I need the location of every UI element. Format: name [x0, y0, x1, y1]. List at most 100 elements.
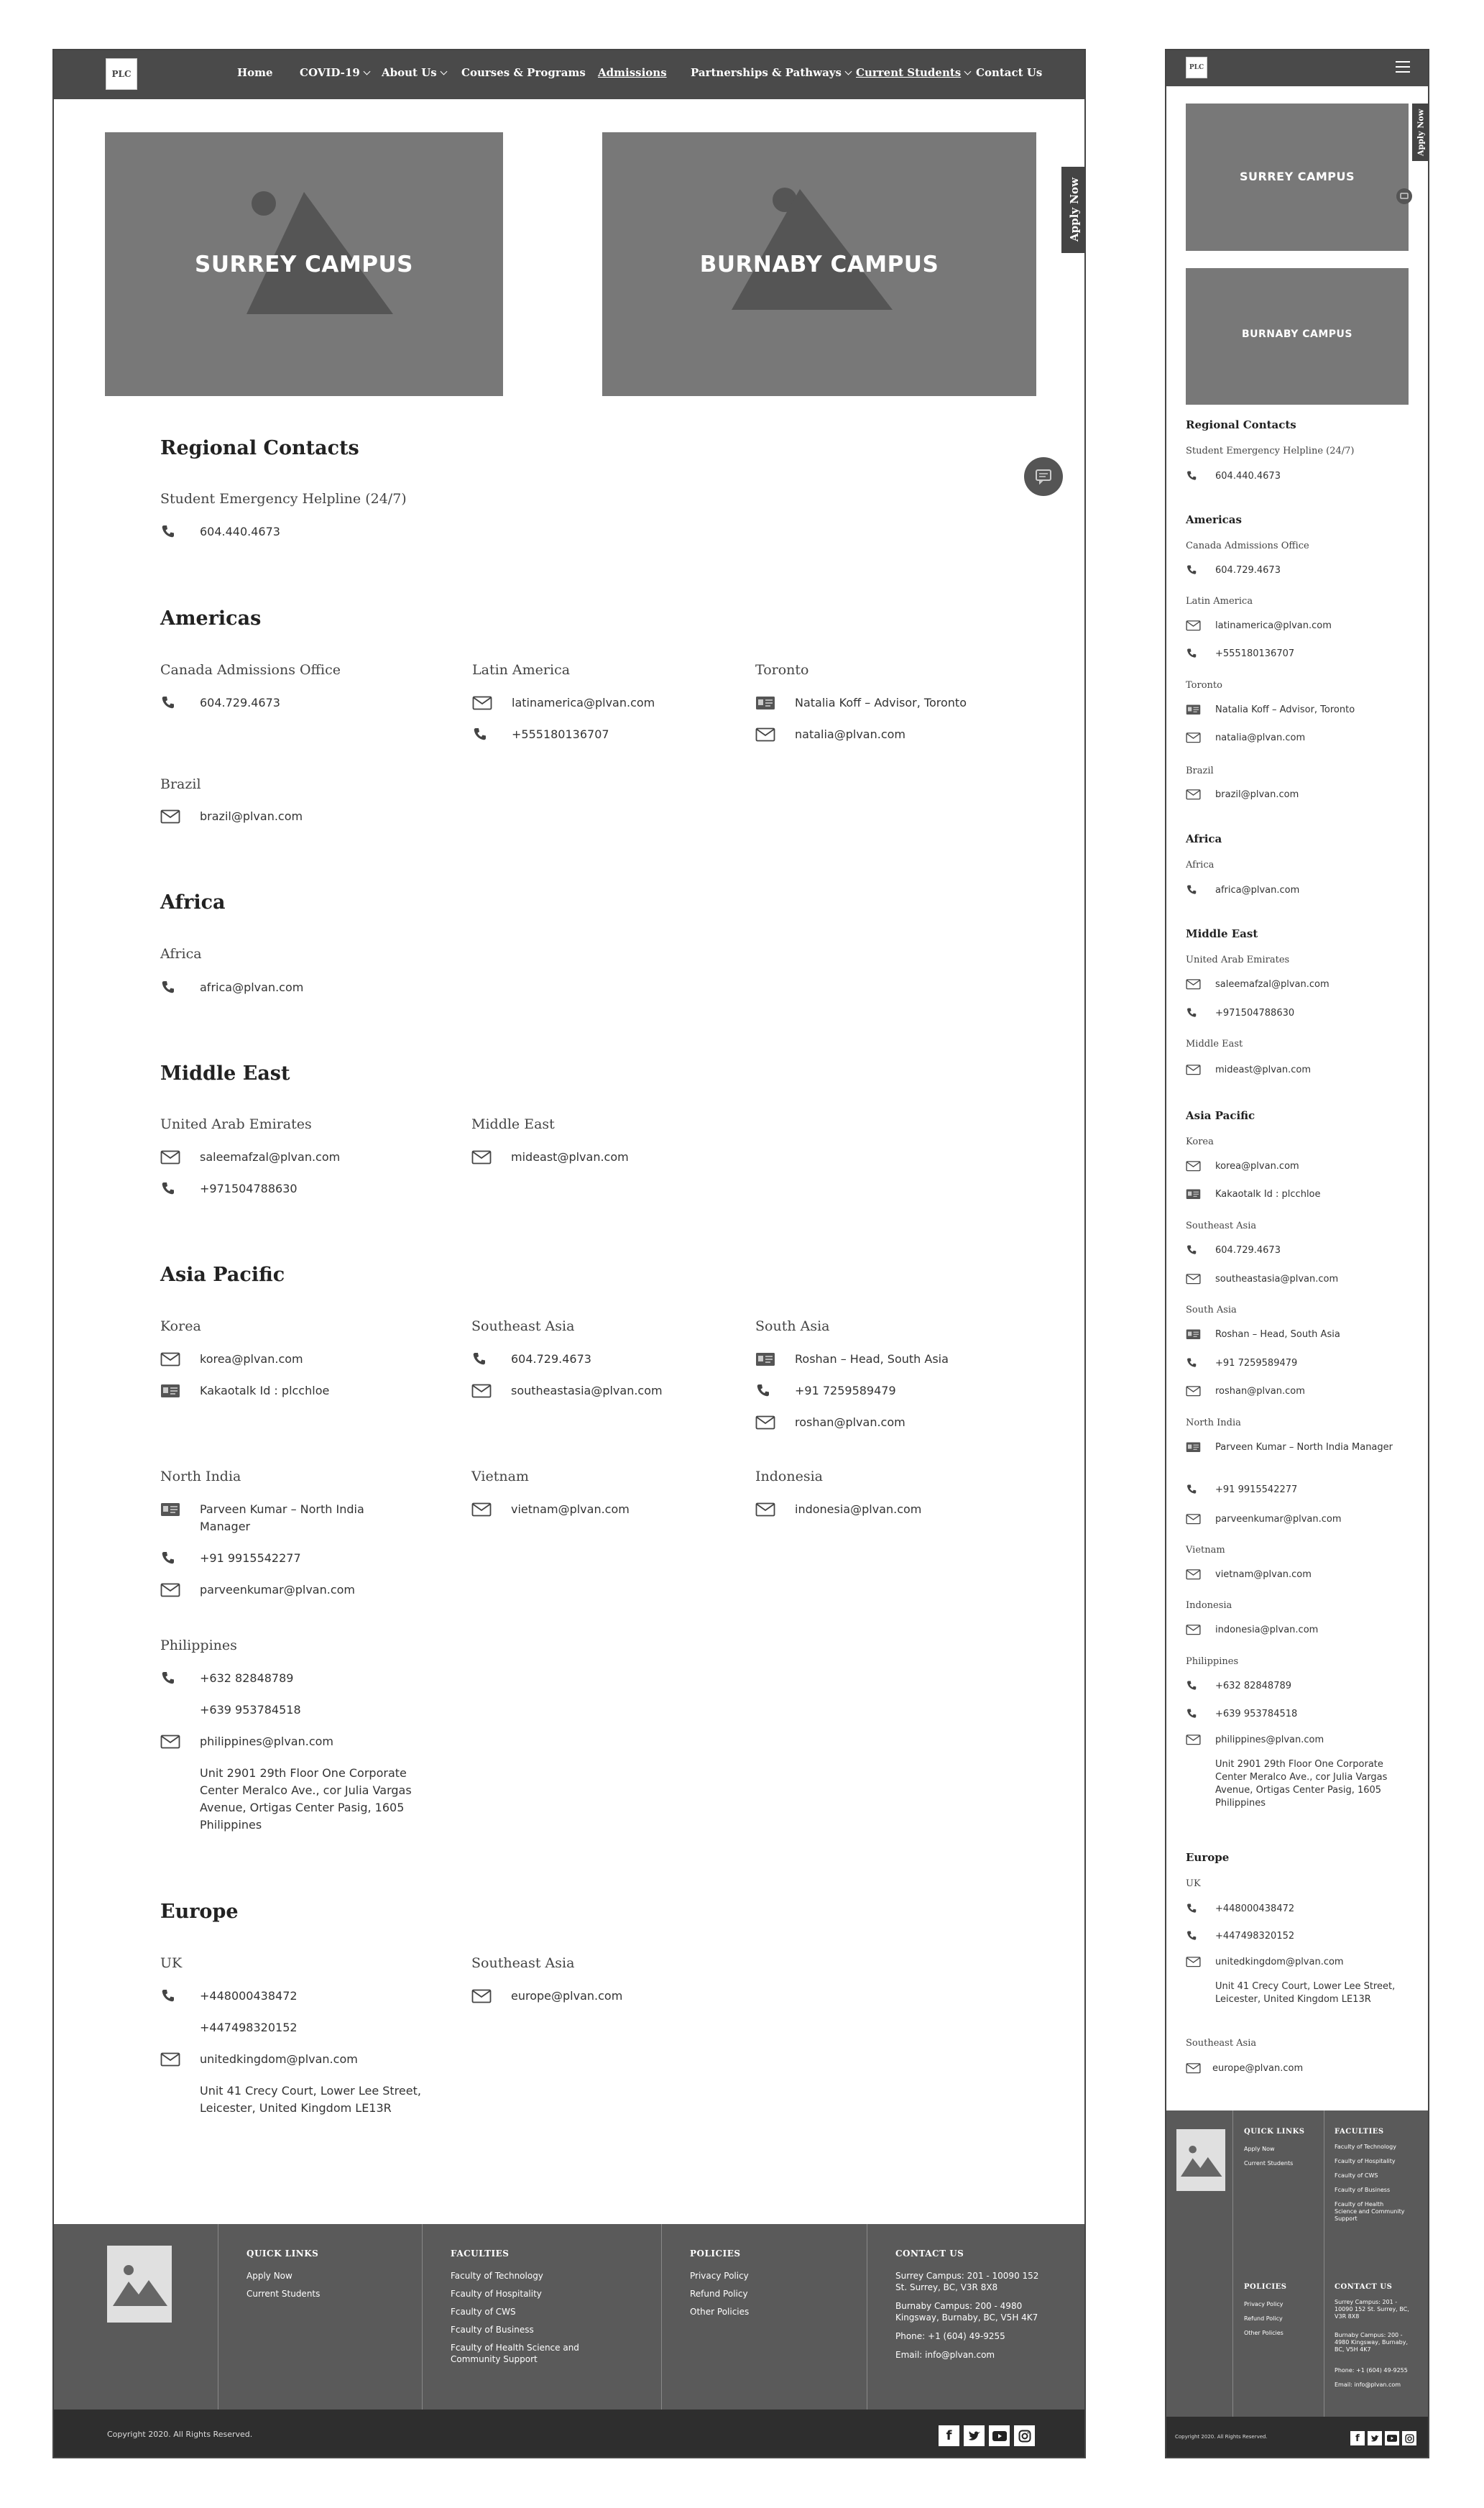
europe-sea-email[interactable]: europe@plvan.com [511, 1988, 622, 2005]
burnaby-campus-card[interactable]: BURNABY CAMPUS [1186, 268, 1409, 405]
footer-link-faculty[interactable]: Fcaulty of CWS [451, 2306, 516, 2318]
helpline-phone[interactable]: 604.440.4673 [200, 523, 280, 541]
north-india-phone[interactable]: +91 9915542277 [200, 1550, 301, 1567]
north-india-email[interactable]: parveenkumar@plvan.com [1215, 1513, 1342, 1526]
philippines-phone-1[interactable]: +632 82848789 [200, 1670, 293, 1687]
philippines-phone-1[interactable]: +632 82848789 [1215, 1680, 1291, 1693]
apply-now-tab[interactable]: Apply Now [1412, 104, 1428, 161]
footer-link-current[interactable]: Current Students [1244, 2158, 1293, 2169]
south-asia-email[interactable]: roshan@plvan.com [795, 1414, 905, 1431]
youtube-icon[interactable] [989, 2425, 1010, 2446]
indonesia-email[interactable]: indonesia@plvan.com [1215, 1624, 1318, 1637]
twitter-icon[interactable] [964, 2425, 985, 2446]
surrey-campus-card[interactable]: SURREY CAMPUS [105, 132, 503, 396]
south-asia-phone[interactable]: +91 7259589479 [795, 1382, 896, 1400]
footer-link-faculty[interactable]: Fcaulty of Health Science and Community … [1335, 2201, 1406, 2223]
instagram-icon[interactable] [1402, 2431, 1416, 2445]
uk-email[interactable]: unitedkingdom@plvan.com [1215, 1956, 1344, 1969]
nav-about[interactable]: About Us [382, 66, 448, 79]
apply-now-tab[interactable]: Apply Now [1061, 167, 1084, 253]
africa-email[interactable]: africa@plvan.com [200, 979, 303, 996]
footer-link-apply[interactable]: Apply Now [1244, 2144, 1275, 2155]
mideast-email[interactable]: mideast@plvan.com [1215, 1064, 1311, 1077]
facebook-icon[interactable]: f [1350, 2431, 1365, 2445]
uae-phone[interactable]: +971504788630 [1215, 1007, 1294, 1020]
brazil-email[interactable]: brazil@plvan.com [1215, 789, 1299, 801]
twitter-icon[interactable] [1368, 2431, 1382, 2445]
philippines-phone-2[interactable]: +639 953784518 [200, 1701, 301, 1719]
uae-phone[interactable]: +971504788630 [200, 1180, 298, 1198]
helpline-phone[interactable]: 604.440.4673 [1215, 470, 1281, 483]
footer-phone[interactable]: Phone: +1 (604) 49-9255 [895, 2330, 1005, 2342]
korea-email[interactable]: korea@plvan.com [200, 1351, 303, 1368]
vietnam-email[interactable]: vietnam@plvan.com [1215, 1568, 1312, 1581]
facebook-icon[interactable]: f [939, 2425, 959, 2446]
uk-phone-1[interactable]: +448000438472 [1215, 1903, 1294, 1916]
nav-current-students[interactable]: Current Students [856, 66, 972, 79]
footer-link-refund[interactable]: Refund Policy [1244, 2313, 1283, 2325]
indonesia-email[interactable]: indonesia@plvan.com [795, 1501, 921, 1518]
toronto-email[interactable]: natalia@plvan.com [1215, 732, 1305, 745]
logo[interactable]: PLC [1186, 57, 1207, 78]
south-asia-phone[interactable]: +91 7259589479 [1215, 1357, 1297, 1370]
philippines-email[interactable]: philippines@plvan.com [1215, 1734, 1324, 1747]
philippines-email[interactable]: philippines@plvan.com [200, 1733, 333, 1750]
nav-home[interactable]: Home [237, 66, 273, 79]
footer-link-privacy[interactable]: Privacy Policy [690, 2270, 749, 2282]
africa-email[interactable]: africa@plvan.com [1215, 884, 1299, 897]
mideast-email[interactable]: mideast@plvan.com [511, 1149, 629, 1166]
canada-phone[interactable]: 604.729.4673 [1215, 564, 1281, 577]
footer-link-apply[interactable]: Apply Now [246, 2270, 292, 2282]
uae-email[interactable]: saleemafzal@plvan.com [200, 1149, 340, 1166]
surrey-campus-card[interactable]: SURREY CAMPUS [1186, 104, 1409, 251]
southeast-asia-phone[interactable]: 604.729.4673 [1215, 1244, 1281, 1257]
footer-phone[interactable]: Phone: +1 (604) 49-9255 [1335, 2365, 1408, 2376]
footer-link-faculty[interactable]: Fcaulty of Business [451, 2324, 534, 2335]
footer-link-faculty[interactable]: Fcaulty of Hospitality [1335, 2158, 1396, 2165]
footer-link-faculty[interactable]: Fcaulty of Business [1335, 2187, 1390, 2194]
burnaby-campus-card[interactable]: BURNABY CAMPUS [602, 132, 1036, 396]
footer-email[interactable]: Email: info@plvan.com [895, 2349, 995, 2361]
europe-sea-email[interactable]: europe@plvan.com [1212, 2062, 1303, 2075]
uk-phone-2[interactable]: +447498320152 [1215, 1930, 1294, 1943]
north-india-email[interactable]: parveenkumar@plvan.com [200, 1581, 355, 1599]
vietnam-email[interactable]: vietnam@plvan.com [511, 1501, 630, 1518]
footer-link-faculty[interactable]: Fcaulty of Health Science and Community … [451, 2342, 587, 2365]
footer-link-other[interactable]: Other Policies [1244, 2328, 1283, 2339]
footer-link-current[interactable]: Current Students [246, 2288, 320, 2300]
uk-email[interactable]: unitedkingdom@plvan.com [200, 2051, 358, 2068]
nav-covid[interactable]: COVID-19 [300, 66, 371, 79]
southeast-asia-email[interactable]: southeastasia@plvan.com [1215, 1273, 1338, 1286]
footer-link-privacy[interactable]: Privacy Policy [1244, 2299, 1283, 2310]
north-india-phone[interactable]: +91 9915542277 [1215, 1484, 1297, 1497]
latin-america-email[interactable]: latinamerica@plvan.com [1215, 620, 1332, 633]
youtube-icon[interactable] [1385, 2431, 1399, 2445]
chat-button[interactable] [1024, 457, 1063, 496]
canada-phone[interactable]: 604.729.4673 [200, 694, 280, 712]
nav-contact[interactable]: Contact Us [976, 66, 1042, 79]
footer-link-refund[interactable]: Refund Policy [690, 2288, 748, 2300]
footer-link-faculty[interactable]: Fcaulty of CWS [1335, 2172, 1378, 2179]
uk-phone-1[interactable]: +448000438472 [200, 1988, 298, 2005]
footer-link-other[interactable]: Other Policies [690, 2306, 749, 2318]
nav-courses[interactable]: Courses & Programs [461, 66, 586, 79]
southeast-asia-email[interactable]: southeastasia@plvan.com [511, 1382, 663, 1400]
instagram-icon[interactable] [1014, 2425, 1035, 2446]
philippines-phone-2[interactable]: +639 953784518 [1215, 1708, 1297, 1721]
nav-partnerships[interactable]: Partnerships & Pathways [691, 66, 852, 79]
nav-admissions[interactable]: Admissions [598, 66, 667, 79]
footer-link-faculty[interactable]: Faculty of Technology [1335, 2144, 1396, 2151]
uk-phone-2[interactable]: +447498320152 [200, 2019, 298, 2036]
footer-link-faculty[interactable]: Faculty of Technology [451, 2270, 543, 2282]
latin-america-phone[interactable]: +555180136707 [512, 726, 609, 743]
korea-email[interactable]: korea@plvan.com [1215, 1160, 1299, 1173]
uae-email[interactable]: saleemafzal@plvan.com [1215, 978, 1329, 991]
south-asia-email[interactable]: roshan@plvan.com [1215, 1385, 1305, 1398]
brazil-email[interactable]: brazil@plvan.com [200, 808, 303, 825]
hamburger-icon[interactable] [1395, 60, 1411, 73]
toronto-email[interactable]: natalia@plvan.com [795, 726, 905, 743]
footer-link-faculty[interactable]: Fcaulty of Hospitality [451, 2288, 542, 2300]
southeast-asia-phone[interactable]: 604.729.4673 [511, 1351, 591, 1368]
footer-email[interactable]: Email: info@plvan.com [1335, 2379, 1401, 2391]
logo[interactable]: PLC [106, 58, 137, 90]
